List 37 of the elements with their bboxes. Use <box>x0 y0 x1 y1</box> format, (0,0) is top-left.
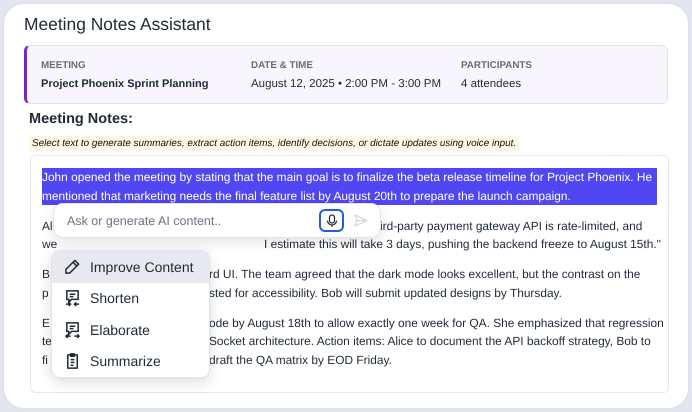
note-text: rd UI. The team agreed that the dark mode looks excellent, but the contrast on the <box>209 266 640 283</box>
document-shrink-icon <box>64 289 81 308</box>
clipboard-icon <box>64 352 81 370</box>
field-label: PARTICIPANTS <box>461 60 533 71</box>
ai-prompt-field[interactable]: Ask or generate AI content.. <box>53 203 381 238</box>
note-text: fi <box>42 352 48 368</box>
note-text: we <box>42 236 58 253</box>
menu-item[interactable]: Improve Content <box>52 251 209 282</box>
note-text: te <box>42 333 52 350</box>
pencil-icon <box>64 258 81 276</box>
field-value: 4 attendees <box>461 78 522 90</box>
note-text: draft the QA matrix by EOD Friday. <box>209 352 392 368</box>
hint-text: Select text to generate summaries, extract action items, identify decisions, or dictate updates using voice input. <box>29 136 520 151</box>
app-title: Meeting Notes Assistant <box>24 14 211 35</box>
field-value: August 12, 2025 • 2:00 PM - 3:00 PM <box>251 78 442 90</box>
note-text: B <box>42 266 50 283</box>
note-text: ird-party payment gateway API is rate-limited, and <box>380 218 642 234</box>
microphone-button[interactable] <box>319 209 344 232</box>
field-label: DATE & TIME <box>251 60 314 71</box>
note-text: I estimate this will take 3 days, pushing the backend freeze to August 15th." <box>264 236 661 253</box>
note-text: E <box>42 314 50 332</box>
note-text: sted for accessibility. Bob will submit updated designs by Thursday. <box>209 284 562 302</box>
note-text: ode by August 18th to allow exactly one week for QA. She emphasized that regression <box>209 314 664 332</box>
menu-item[interactable]: Summarize <box>52 346 209 377</box>
section-heading: Meeting Notes: <box>29 111 133 127</box>
prompt-input[interactable]: Ask or generate AI content.. <box>65 212 313 228</box>
note-text: Al <box>42 218 53 234</box>
notes-editor[interactable] <box>30 155 669 393</box>
note-text: p <box>42 284 49 302</box>
field-value: Project Phoenix Sprint Planning <box>41 78 210 90</box>
send-icon <box>354 214 368 227</box>
note-text: Socket architecture. Action items: Alice to document the API backoff strategy, Bob to <box>209 333 651 350</box>
menu-item[interactable]: Shorten <box>52 282 209 314</box>
menu-item[interactable]: Elaborate <box>52 314 209 346</box>
field-label: MEETING <box>41 60 87 71</box>
document-expand-icon <box>64 320 81 339</box>
microphone-icon <box>326 214 338 228</box>
